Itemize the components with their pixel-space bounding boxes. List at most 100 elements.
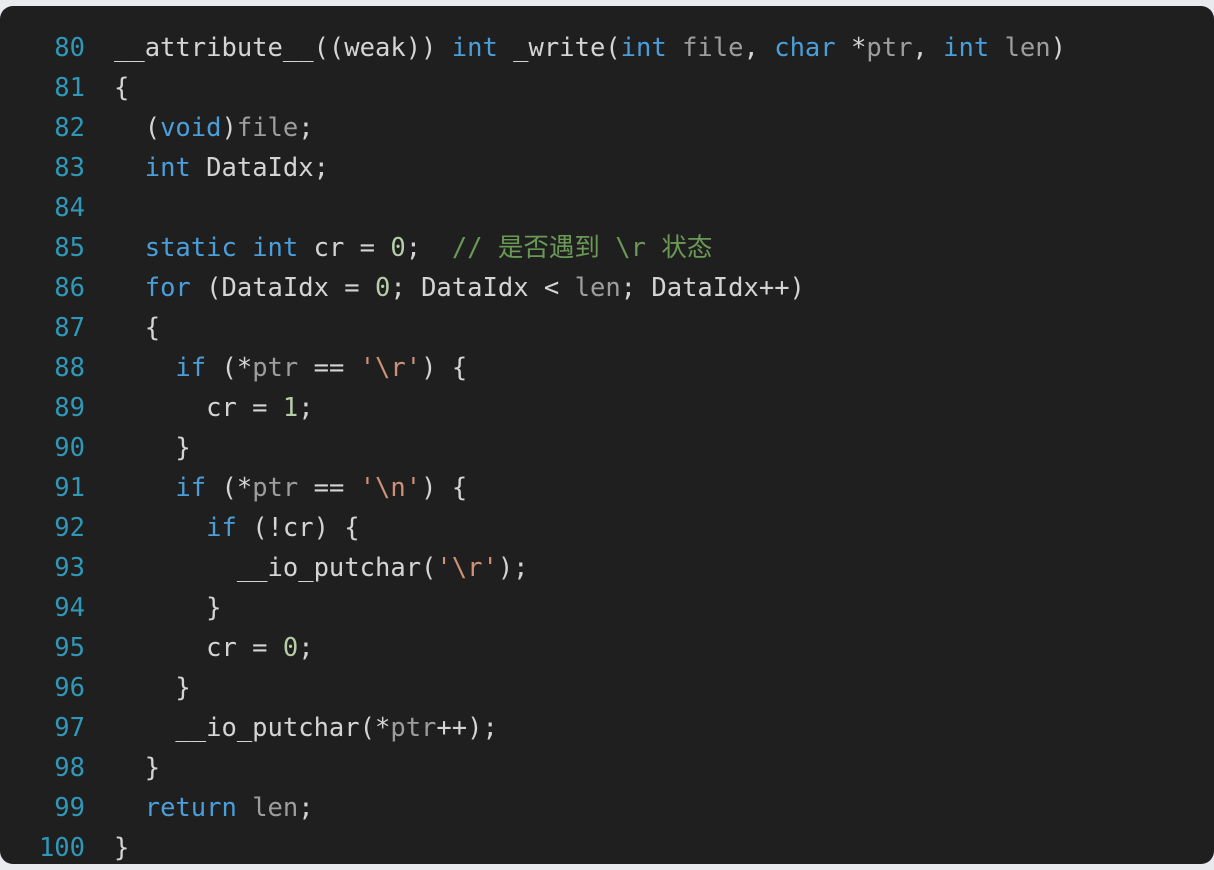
code-line-text[interactable]: int DataIdx; xyxy=(85,148,1214,188)
code-line[interactable]: 82 (void)file; xyxy=(0,108,1214,148)
line-number: 91 xyxy=(54,473,85,503)
code-line[interactable]: 83 int DataIdx; xyxy=(0,148,1214,188)
code-token: 0 xyxy=(375,273,391,303)
code-token: } xyxy=(114,433,191,463)
code-token: 是否遇到 xyxy=(497,233,600,263)
code-line-text[interactable]: { xyxy=(85,308,1214,348)
code-token: len xyxy=(1004,33,1051,63)
line-number: 88 xyxy=(54,353,85,383)
code-token: (* xyxy=(206,353,253,383)
code-token: ; xyxy=(298,793,314,823)
line-number: 99 xyxy=(54,793,85,823)
code-line[interactable]: 98 } xyxy=(0,748,1214,788)
code-line[interactable]: 80 __attribute__((weak)) int _write(int f… xyxy=(0,28,1214,68)
code-line-text[interactable]: } xyxy=(85,588,1214,628)
code-line[interactable]: 87 { xyxy=(0,308,1214,348)
code-line[interactable]: 96 } xyxy=(0,668,1214,708)
code-line[interactable]: 95 cr = 0; xyxy=(0,628,1214,668)
code-token: ptr xyxy=(390,713,437,743)
code-token: ; DataIdx++) xyxy=(620,273,805,303)
code-token: __io_putchar( xyxy=(114,553,437,583)
code-token: len xyxy=(252,793,299,823)
code-token: } xyxy=(114,593,222,623)
code-token: ( xyxy=(114,113,161,143)
code-token: \r xyxy=(599,233,662,263)
code-token: void xyxy=(160,113,222,143)
line-number: 98 xyxy=(54,753,85,783)
code-line-text[interactable]: } xyxy=(85,668,1214,708)
code-line[interactable]: 85 static int cr = 0; // 是否遇到 \r 状态 xyxy=(0,228,1214,268)
code-token: , xyxy=(912,33,944,63)
code-line[interactable]: 81 { xyxy=(0,68,1214,108)
line-number: 80 xyxy=(54,33,85,63)
code-line[interactable]: 84 xyxy=(0,188,1214,228)
code-token: 1 xyxy=(282,393,299,423)
code-token: cr = xyxy=(298,233,391,263)
code-line[interactable]: 99 return len; xyxy=(0,788,1214,828)
code-line-text[interactable]: } xyxy=(85,428,1214,468)
code-line-text[interactable]: for (DataIdx = 0; DataIdx < len; DataIdx… xyxy=(85,268,1214,308)
code-line-text[interactable]: } xyxy=(85,748,1214,788)
code-token: for xyxy=(144,273,191,303)
code-line[interactable]: 97 __io_putchar(*ptr++); xyxy=(0,708,1214,748)
code-line-text[interactable]: static int cr = 0; // 是否遇到 \r 状态 xyxy=(85,228,1214,268)
code-line[interactable]: 94 } xyxy=(0,588,1214,628)
code-block[interactable]: 80 __attribute__((weak)) int _write(int f… xyxy=(0,6,1214,864)
code-token: ; xyxy=(298,633,314,663)
code-line[interactable]: 86 for (DataIdx = 0; DataIdx < len; Data… xyxy=(0,268,1214,308)
code-line-text[interactable]: (void)file; xyxy=(85,108,1214,148)
code-token: ; xyxy=(298,113,314,143)
code-line-text[interactable]: if (!cr) { xyxy=(85,508,1214,548)
code-token: // xyxy=(451,233,498,263)
code-token: __attribute__((weak)) xyxy=(114,33,452,63)
line-number: 81 xyxy=(54,73,85,103)
code-line[interactable]: 89 cr = 1; xyxy=(0,388,1214,428)
code-token: int xyxy=(943,33,990,63)
code-line[interactable]: 91 if (*ptr == '\n') { xyxy=(0,468,1214,508)
code-token: ; xyxy=(298,393,314,423)
code-line-text[interactable]: __attribute__((weak)) int _write(int fil… xyxy=(85,28,1214,68)
code-line-text[interactable]: { xyxy=(85,68,1214,108)
code-line[interactable]: 100} xyxy=(0,828,1214,864)
code-token: ) { xyxy=(421,353,468,383)
code-token: '\r' xyxy=(359,353,422,383)
code-token: } xyxy=(114,753,161,783)
line-number: 83 xyxy=(54,153,85,183)
code-token: ptr xyxy=(252,473,299,503)
code-line[interactable]: 92 if (!cr) { xyxy=(0,508,1214,548)
code-token: if xyxy=(175,473,207,503)
code-line-text[interactable]: cr = 1; xyxy=(85,388,1214,428)
code-line[interactable]: 90 } xyxy=(0,428,1214,468)
code-token: if xyxy=(175,353,207,383)
code-line-text[interactable]: if (*ptr == '\r') { xyxy=(85,348,1214,388)
code-token: ; xyxy=(405,233,452,263)
code-lines-container: 80 __attribute__((weak)) int _write(int f… xyxy=(0,28,1214,864)
line-number: 95 xyxy=(54,633,85,663)
code-line[interactable]: 88 if (*ptr == '\r') { xyxy=(0,348,1214,388)
code-line[interactable]: 93 __io_putchar('\r'); xyxy=(0,548,1214,588)
code-token: DataIdx; xyxy=(190,153,329,183)
code-line-text[interactable]: if (*ptr == '\n') { xyxy=(85,468,1214,508)
code-token: (DataIdx = xyxy=(190,273,376,303)
code-token: int xyxy=(144,153,191,183)
line-number: 92 xyxy=(54,513,85,543)
code-token: ) xyxy=(221,113,237,143)
code-line-text[interactable]: } xyxy=(85,828,1214,864)
code-line-text[interactable]: cr = 0; xyxy=(85,628,1214,668)
code-line-text[interactable]: __io_putchar(*ptr++); xyxy=(85,708,1214,748)
line-number: 90 xyxy=(54,433,85,463)
code-line-text[interactable]: __io_putchar('\r'); xyxy=(85,548,1214,588)
code-token: } xyxy=(114,673,191,703)
code-token: , xyxy=(743,33,775,63)
code-token: if xyxy=(206,513,237,543)
code-line-text[interactable]: return len; xyxy=(85,788,1214,828)
code-token: file xyxy=(236,113,299,143)
code-token: } xyxy=(114,833,130,863)
